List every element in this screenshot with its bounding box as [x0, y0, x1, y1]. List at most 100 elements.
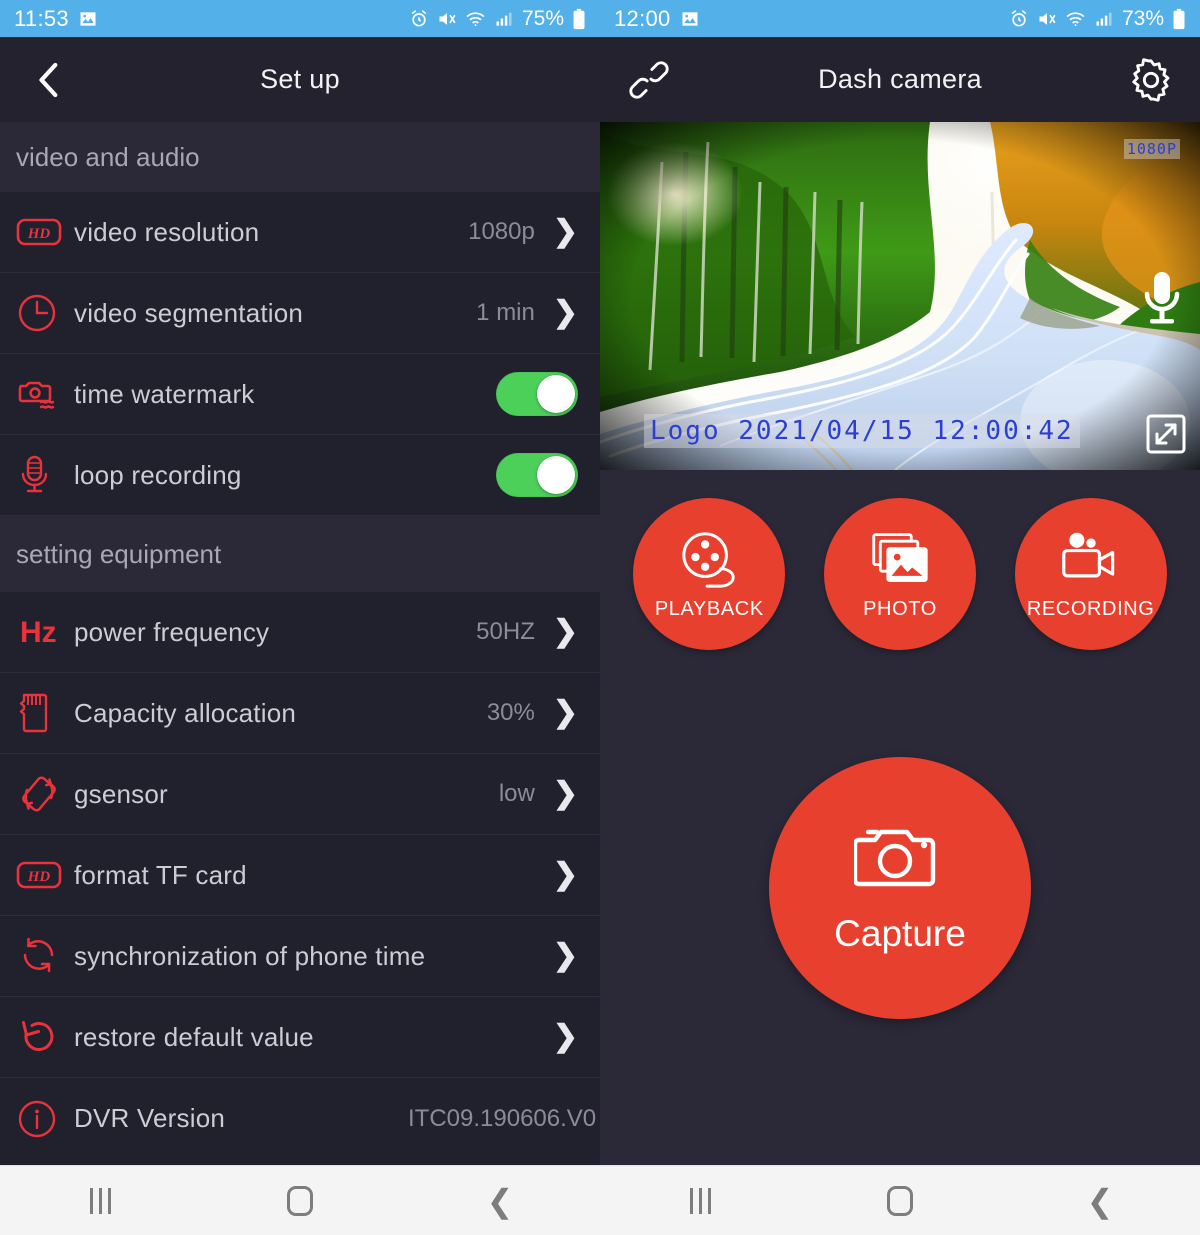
playback-button[interactable]: PLAYBACK: [633, 498, 786, 650]
home-button[interactable]: [855, 1166, 945, 1235]
toggle-time-watermark[interactable]: [496, 372, 578, 416]
setting-label: loop recording: [74, 459, 242, 490]
setting-value: low: [498, 780, 535, 808]
back-button[interactable]: [22, 53, 76, 107]
capture-button[interactable]: Capture: [769, 756, 1031, 1019]
setting-row-restore-default[interactable]: restore default value ❯: [0, 997, 600, 1078]
back-chevron-icon: [39, 62, 58, 97]
resolution-badge: 1080P: [1123, 139, 1180, 159]
mute-icon: [437, 9, 457, 29]
section-header-video-audio: video and audio: [0, 122, 600, 192]
photo-button[interactable]: PHOTO: [823, 498, 976, 650]
setting-row-time-watermark[interactable]: time watermark: [0, 354, 600, 435]
setting-label: video resolution: [74, 216, 260, 247]
signal-icon: [494, 9, 514, 29]
android-nav-bar-left: ❮: [0, 1165, 600, 1235]
camera-wave-icon: [16, 374, 68, 414]
fullscreen-button[interactable]: [1144, 412, 1188, 456]
recents-button[interactable]: [55, 1166, 145, 1235]
status-time: 12:00: [614, 5, 671, 31]
home-button[interactable]: [255, 1166, 345, 1235]
info-icon: [16, 1097, 68, 1141]
microphone-icon: [16, 452, 68, 498]
mute-icon: [1037, 9, 1057, 29]
setting-value: 30%: [486, 699, 535, 727]
setting-row-power-frequency[interactable]: Hz power frequency 50HZ ❯: [0, 592, 600, 673]
dvr-version-value: ITC09.190606.V0: [408, 1104, 597, 1132]
right-phone-panel: 12:00 73% Dash camera 1080P Logo 2021/04…: [600, 0, 1200, 1235]
mic-button[interactable]: [1136, 268, 1188, 332]
status-bar-right: 12:00 73%: [600, 0, 1200, 37]
recording-label: RECORDING: [1026, 597, 1155, 620]
alarm-icon: [409, 9, 429, 29]
page-title: Dash camera: [818, 64, 982, 94]
wifi-icon: [1065, 9, 1086, 29]
setting-label: gsensor: [74, 778, 168, 809]
setting-value: 50HZ: [476, 618, 535, 646]
svg-text:HD: HD: [27, 869, 51, 885]
chevron-right-icon: ❯: [552, 939, 578, 972]
status-time: 11:53: [14, 5, 69, 31]
action-buttons: PLAYBACK PHOTO RECORDING: [600, 470, 1200, 650]
battery-icon: [1172, 8, 1186, 30]
chevron-right-icon: ❯: [552, 1020, 578, 1053]
setting-label: Capacity allocation: [74, 697, 297, 728]
settings-list[interactable]: video and audio HD video resolution 1080…: [0, 122, 600, 1165]
battery-icon: [572, 8, 586, 30]
setting-row-capacity-allocation[interactable]: Capacity allocation 30% ❯: [0, 673, 600, 754]
expand-icon: [1146, 414, 1186, 454]
battery-percent: 73%: [1121, 6, 1164, 30]
page-title: Set up: [260, 64, 340, 94]
back-button-nav[interactable]: ❮: [1055, 1166, 1145, 1235]
link-icon: [629, 60, 669, 99]
recording-button[interactable]: RECORDING: [1014, 498, 1167, 650]
setting-row-dvr-version: DVR Version ITC09.190606.V0: [0, 1078, 600, 1159]
app-bar-left: Set up: [0, 37, 600, 122]
setting-label: time watermark: [74, 378, 255, 409]
capture-label: Capture: [834, 913, 966, 954]
section-header-setting-equipment: setting equipment: [0, 516, 600, 592]
sdcard-icon: [16, 689, 68, 737]
setting-label: power frequency: [74, 616, 270, 647]
recents-icon: [89, 1187, 111, 1214]
back-button-nav[interactable]: ❮: [455, 1166, 545, 1235]
photos-icon: [870, 528, 930, 590]
video-camera-icon: [1060, 528, 1122, 590]
setting-row-loop-recording[interactable]: loop recording: [0, 435, 600, 516]
toggle-loop-recording[interactable]: [496, 453, 578, 497]
setting-row-video-resolution[interactable]: HD video resolution 1080p ❯: [0, 192, 600, 273]
setting-value: 1080p: [468, 218, 535, 246]
wifi-icon: [465, 9, 486, 29]
battery-percent: 75%: [521, 6, 564, 30]
recents-button[interactable]: [655, 1166, 745, 1235]
setting-label: format TF card: [74, 859, 247, 890]
camera-icon: [852, 820, 946, 897]
setting-row-format-tf-card[interactable]: HD format TF card ❯: [0, 835, 600, 916]
chevron-right-icon: ❯: [552, 215, 578, 248]
hd-icon: HD: [16, 859, 68, 891]
app-bar-right: Dash camera: [600, 37, 1200, 122]
home-icon: [287, 1185, 313, 1216]
back-icon: ❮: [1086, 1182, 1114, 1219]
settings-button[interactable]: [1124, 53, 1178, 107]
setting-label: restore default value: [74, 1021, 314, 1052]
setting-row-sync-phone-time[interactable]: synchronization of phone time ❯: [0, 916, 600, 997]
gsensor-icon: [16, 771, 68, 817]
chevron-right-icon: ❯: [552, 858, 578, 891]
setting-row-video-segmentation[interactable]: video segmentation 1 min ❯: [0, 273, 600, 354]
svg-text:HD: HD: [27, 226, 51, 242]
setting-label: DVR Version: [74, 1103, 226, 1133]
dual-phone-screenshot: 11:53 75% Set up video and audio HD vide…: [0, 0, 1200, 1235]
link-button[interactable]: [622, 53, 676, 107]
setting-label: video segmentation: [74, 297, 304, 328]
left-phone-panel: 11:53 75% Set up video and audio HD vide…: [0, 0, 600, 1235]
android-nav-bar-right: ❮: [600, 1165, 1200, 1235]
hz-icon: Hz: [16, 613, 68, 651]
image-icon: [78, 9, 98, 29]
camera-preview[interactable]: 1080P Logo 2021/04/15 12:00:42: [600, 122, 1200, 470]
home-icon: [887, 1185, 913, 1216]
clock-icon: [16, 291, 68, 335]
playback-label: PLAYBACK: [654, 597, 764, 620]
setting-row-gsensor[interactable]: gsensor low ❯: [0, 754, 600, 835]
capture-area: Capture: [600, 650, 1200, 1165]
